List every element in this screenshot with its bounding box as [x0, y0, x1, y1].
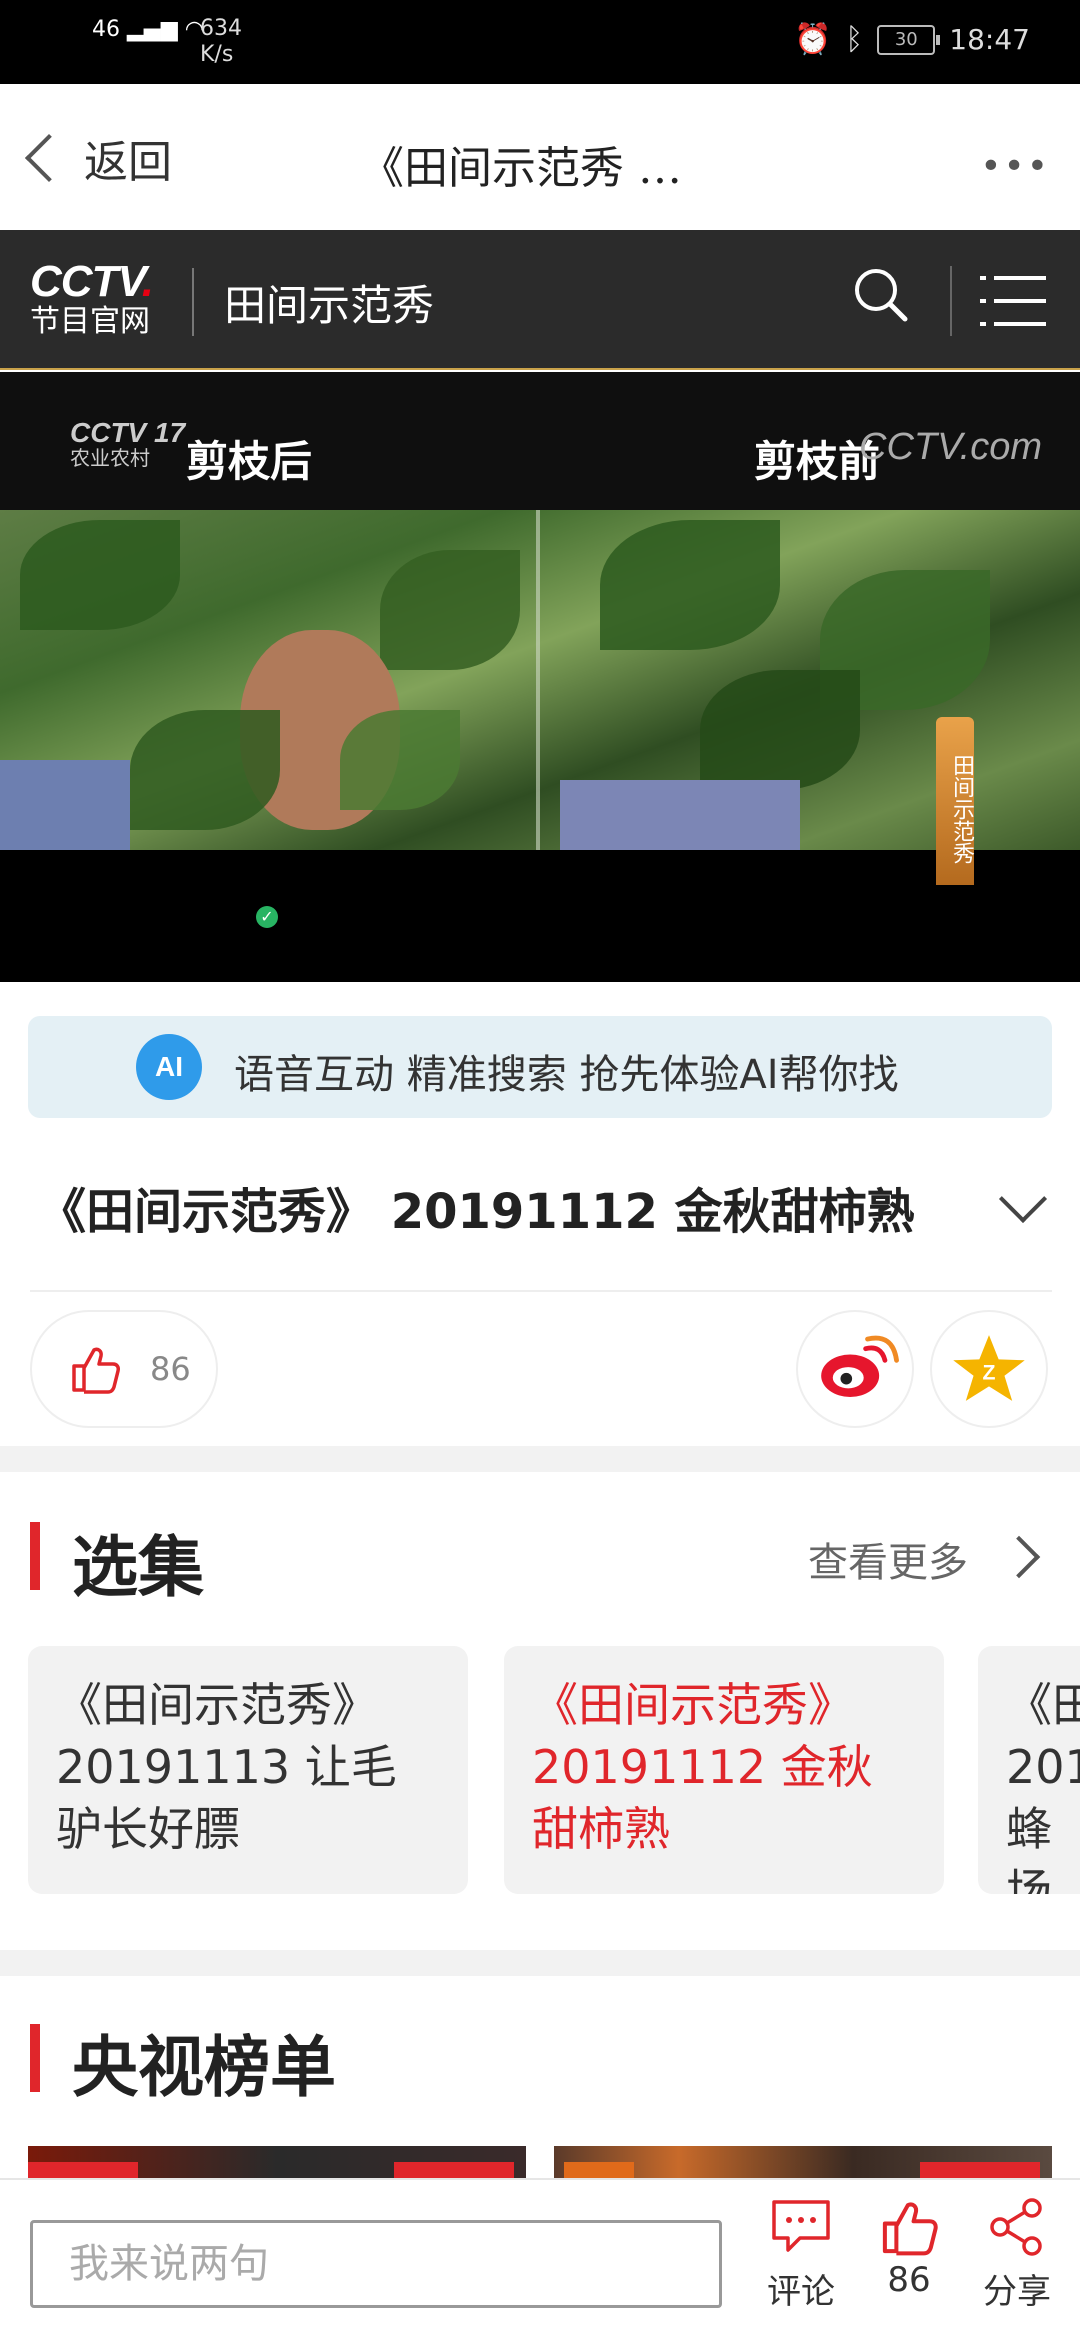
- title-bar: 返回 《田间示范秀 … •••: [0, 84, 1080, 230]
- cctv-logo-dot: .: [141, 257, 154, 306]
- cctv-logo-subtitle: 节目官网: [30, 304, 150, 339]
- share-icon: [990, 2198, 1042, 2256]
- program-name[interactable]: 田间示范秀: [224, 272, 434, 333]
- section-gap: [0, 1446, 1080, 1472]
- thumbs-up-icon: [882, 2202, 938, 2256]
- channel-logo-text: CCTV 17: [70, 417, 186, 448]
- signal-icon: ▂▄▆: [127, 17, 178, 42]
- episode-line3: 甜柿熟: [532, 1802, 670, 1856]
- qzone-star-icon: Z: [953, 1335, 1025, 1401]
- share-button[interactable]: 分享: [982, 2196, 1052, 2313]
- like-bottom-count: 86: [887, 2260, 931, 2300]
- weibo-icon: [821, 1335, 899, 1398]
- status-right: ⏰ ᛒ 30 18:47: [794, 22, 1030, 57]
- like-button[interactable]: 86: [30, 1310, 218, 1428]
- episode-line2: 20191112 金秋: [532, 1740, 873, 1794]
- split-divider: [536, 510, 540, 850]
- comment-icon: [772, 2200, 830, 2252]
- episode-card[interactable]: 《田 201 蜂场: [978, 1646, 1080, 1894]
- episode-line2: 201: [1006, 1740, 1080, 1794]
- share-label: 分享: [983, 2272, 1051, 2312]
- channel-logo-sub: 农业农村: [70, 448, 150, 470]
- episode-line1: 《田: [1006, 1678, 1080, 1732]
- clock: 18:47: [949, 23, 1030, 56]
- menu-icon[interactable]: [980, 272, 1050, 330]
- signal-indicator: 46 ▂▄▆ ◠: [92, 18, 204, 42]
- chevron-left-icon: [24, 133, 74, 183]
- weibo-share-button[interactable]: [796, 1310, 914, 1428]
- battery-icon: 30: [877, 24, 941, 55]
- comment-label: 评论: [767, 2272, 835, 2312]
- comment-input[interactable]: 我来说两句: [30, 2220, 722, 2308]
- ranking-title: 央视榜单: [72, 2029, 336, 2106]
- episode-line1: 《田间示范秀》: [532, 1678, 854, 1732]
- video-label-after: 剪枝后: [186, 437, 313, 486]
- section-marker: [30, 1522, 40, 1590]
- network-speed-value: 634: [200, 16, 242, 41]
- episode-line3: 蜂场: [1006, 1802, 1052, 1894]
- svg-text:Z: Z: [983, 1361, 996, 1385]
- video-frame: [0, 510, 1080, 850]
- video-player[interactable]: CCTV 17 农业农村 剪枝后 剪枝前 CCTV.com 田间示范秀 ✓: [0, 372, 1080, 982]
- chevron-right-icon[interactable]: [997, 1535, 1041, 1579]
- section-gap: [0, 1950, 1080, 1976]
- episode-line3: 驴长好膘: [56, 1802, 240, 1856]
- ai-icon: AI: [136, 1034, 202, 1100]
- like-count: 86: [150, 1350, 191, 1388]
- episodes-title: 选集: [72, 1529, 204, 1606]
- comment-button[interactable]: 评论: [766, 2196, 836, 2313]
- bottom-bar: 我来说两句 评论 86 分享: [0, 2178, 1080, 2342]
- video-caption: 田间示范秀: [936, 717, 974, 885]
- qzone-share-button[interactable]: Z: [930, 1310, 1048, 1428]
- back-button[interactable]: 返回: [20, 126, 172, 190]
- chevron-down-icon[interactable]: [998, 1174, 1048, 1224]
- header-divider-2: [950, 266, 952, 336]
- search-icon[interactable]: [852, 266, 908, 322]
- status-bar: 46 ▂▄▆ ◠ 634 K/s ⏰ ᛒ 30 18:47: [0, 0, 1080, 84]
- network-speed: 634 K/s: [200, 16, 242, 68]
- ai-search-banner[interactable]: AI 语音互动 精准搜索 抢先体验AI帮你找: [28, 1016, 1052, 1118]
- alarm-icon: ⏰: [793, 22, 832, 57]
- person-shirt-left: [0, 760, 130, 850]
- network-speed-unit: K/s: [200, 42, 234, 67]
- video-watermark: CCTV.com: [859, 426, 1042, 468]
- episode-line2: 20191113 让毛: [56, 1740, 397, 1794]
- section-marker: [30, 2024, 40, 2092]
- check-icon: ✓: [256, 906, 278, 928]
- header-divider: [192, 268, 194, 336]
- see-more-link[interactable]: 查看更多: [808, 1530, 968, 1588]
- episode-line1: 《田间示范秀》: [56, 1678, 378, 1732]
- episode-card[interactable]: 《田间示范秀》 20191113 让毛 驴长好膘: [28, 1646, 468, 1894]
- divider: [30, 1290, 1052, 1292]
- person-shirt-right: [560, 780, 800, 850]
- bluetooth-icon: ᛒ: [845, 22, 864, 57]
- cctv-header: CCTV. 节目官网 田间示范秀: [0, 230, 1080, 370]
- like-bottom-button[interactable]: 86: [874, 2196, 944, 2300]
- channel-logo: CCTV 17 农业农村: [70, 417, 186, 472]
- network-type: 46: [92, 17, 120, 42]
- cctv-logo[interactable]: CCTV. 节目官网: [30, 257, 154, 340]
- cctv-logo-text: CCTV: [30, 257, 143, 306]
- episode-card-current[interactable]: 《田间示范秀》 20191112 金秋 甜柿熟: [504, 1646, 944, 1894]
- program-title: 《田间示范秀》 20191112 金秋甜柿熟: [38, 1184, 915, 1240]
- page-title: 《田间示范秀 …: [360, 143, 682, 194]
- ai-banner-text: 语音互动 精准搜索 抢先体验AI帮你找: [234, 1052, 899, 1098]
- more-options-button[interactable]: •••: [980, 146, 1050, 187]
- thumbs-up-icon: [72, 1347, 120, 1394]
- back-label: 返回: [84, 137, 172, 188]
